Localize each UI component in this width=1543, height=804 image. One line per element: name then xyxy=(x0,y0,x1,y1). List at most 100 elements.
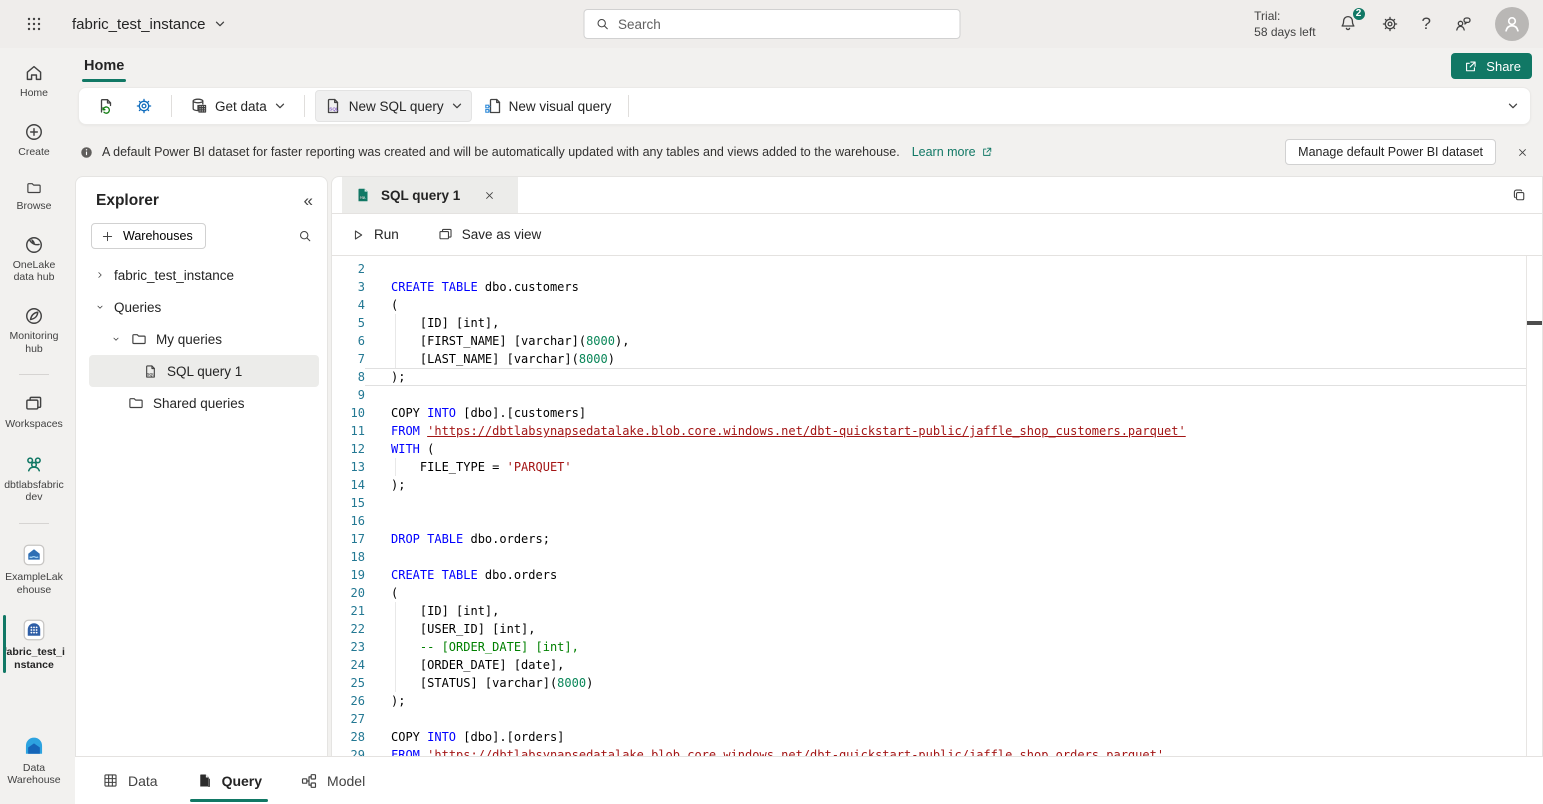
rail-item-monitoring-hub[interactable]: Monitoring hub xyxy=(1,301,67,359)
copy-icon[interactable] xyxy=(1511,187,1528,204)
code-line[interactable]: 7 [LAST_NAME] [varchar](8000) xyxy=(332,350,1542,368)
rail-item-home[interactable]: Home xyxy=(1,58,67,104)
notification-badge: 2 xyxy=(1351,6,1367,22)
tree-item-queries[interactable]: Queries xyxy=(76,291,327,323)
line-content: [USER_ID] [int], xyxy=(365,620,1527,638)
code-line[interactable]: 17DROP TABLE dbo.orders; xyxy=(332,530,1542,548)
plus-icon xyxy=(100,229,115,244)
line-number: 17 xyxy=(332,530,365,548)
editor-overview-ruler[interactable] xyxy=(1526,256,1527,756)
line-content: [STATUS] [varchar](8000) xyxy=(365,674,1527,692)
notifications-button[interactable]: 2 xyxy=(1338,13,1358,36)
line-number: 21 xyxy=(332,602,365,620)
line-content: WITH ( xyxy=(365,440,1527,458)
tree-item-sql-query-1[interactable]: SQL SQL query 1 xyxy=(89,355,319,387)
code-line[interactable]: 27 xyxy=(332,710,1542,728)
rail-item-fabric-test-instance[interactable]: fabric_test_instance xyxy=(1,613,67,675)
workspace-switcher[interactable]: fabric_test_instance xyxy=(72,16,227,33)
feedback-icon[interactable] xyxy=(1453,14,1473,34)
rail-item-data-warehouse[interactable]: Data Warehouse xyxy=(1,729,67,791)
line-content xyxy=(365,494,1527,512)
line-number: 29 xyxy=(332,746,365,756)
code-line[interactable]: 9 xyxy=(332,386,1542,404)
code-line[interactable]: 5 [ID] [int], xyxy=(332,314,1542,332)
tab-data[interactable]: Data xyxy=(100,766,160,795)
get-data-button[interactable]: Get data xyxy=(182,91,294,121)
tab-sql-query-1[interactable]: SQL SQL query 1 xyxy=(342,177,518,213)
code-line[interactable]: 8); xyxy=(332,368,1542,386)
code-line[interactable]: 28COPY INTO [dbo].[orders] xyxy=(332,728,1542,746)
line-number: 16 xyxy=(332,512,365,530)
rail-item-browse[interactable]: Browse xyxy=(1,175,67,217)
rail-item-onelake-data-hub[interactable]: OneLake data hub xyxy=(1,230,67,288)
banner-close-icon[interactable] xyxy=(1516,146,1529,159)
tab-model[interactable]: Model xyxy=(298,766,367,796)
rail-item-dbtlabsfabricdev[interactable]: dbtlabsfabricdev xyxy=(1,448,67,508)
code-line[interactable]: 24 [ORDER_DATE] [date], xyxy=(332,656,1542,674)
code-editor[interactable]: 23CREATE TABLE dbo.customers4(5 [ID] [in… xyxy=(332,256,1542,756)
share-button[interactable]: Share xyxy=(1451,53,1532,79)
code-line[interactable]: 14); xyxy=(332,476,1542,494)
explorer-title: Explorer xyxy=(96,192,159,210)
top-bar: fabric_test_instance Search Trial: 58 da… xyxy=(0,0,1543,48)
warehouse-settings-button[interactable] xyxy=(127,91,161,121)
rail-item-examplelakehouse[interactable]: ExampleLakehouse xyxy=(1,538,67,600)
tree-item-fabric-test-instance[interactable]: fabric_test_instance xyxy=(76,259,327,291)
tree-item-shared-queries[interactable]: Shared queries xyxy=(76,387,327,419)
query-doc-icon xyxy=(196,772,213,789)
code-line[interactable]: 26); xyxy=(332,692,1542,710)
search-placeholder: Search xyxy=(618,17,661,32)
ribbon-collapse-icon[interactable] xyxy=(1506,99,1520,113)
line-number: 8 xyxy=(332,368,365,386)
code-line[interactable]: 13 FILE_TYPE = 'PARQUET' xyxy=(332,458,1542,476)
chevron-down-icon xyxy=(273,99,287,113)
rail-item-label: Workspaces xyxy=(5,418,63,431)
search-input[interactable]: Search xyxy=(583,9,960,39)
new-sql-query-button[interactable]: SQL New SQL query xyxy=(315,90,472,122)
explorer-search-icon[interactable] xyxy=(297,228,313,244)
code-line[interactable]: 2 xyxy=(332,260,1542,278)
code-line[interactable]: 3CREATE TABLE dbo.customers xyxy=(332,278,1542,296)
tab-query[interactable]: Query xyxy=(194,766,264,795)
tab-home[interactable]: Home xyxy=(82,54,126,78)
avatar[interactable] xyxy=(1495,7,1529,41)
code-line[interactable]: 21 [ID] [int], xyxy=(332,602,1542,620)
help-icon[interactable]: ? xyxy=(1422,14,1431,34)
code-line[interactable]: 23 -- [ORDER_DATE] [int], xyxy=(332,638,1542,656)
tab-close-icon[interactable] xyxy=(483,189,496,202)
folder-icon xyxy=(25,179,43,197)
code-line[interactable]: 16 xyxy=(332,512,1542,530)
line-content xyxy=(365,260,1527,278)
code-line[interactable]: 18 xyxy=(332,548,1542,566)
svg-text:SQL: SQL xyxy=(360,196,366,200)
code-line[interactable]: 20( xyxy=(332,584,1542,602)
manage-dataset-button[interactable]: Manage default Power BI dataset xyxy=(1285,139,1496,165)
run-button[interactable]: Run xyxy=(344,222,405,248)
workspaces-icon xyxy=(23,393,45,415)
code-line[interactable]: 10COPY INTO [dbo].[customers] xyxy=(332,404,1542,422)
settings-gear-icon[interactable] xyxy=(1380,14,1400,34)
code-line[interactable]: 15 xyxy=(332,494,1542,512)
rail-item-create[interactable]: Create xyxy=(1,117,67,163)
refresh-script-button[interactable] xyxy=(89,91,123,121)
rail-divider xyxy=(19,374,49,375)
code-line[interactable]: 29FROM 'https://dbtlabsynapsedatalake.bl… xyxy=(332,746,1542,756)
learn-more-link[interactable]: Learn more xyxy=(912,145,994,159)
code-line[interactable]: 12WITH ( xyxy=(332,440,1542,458)
code-line[interactable]: 11FROM 'https://dbtlabsynapsedatalake.bl… xyxy=(332,422,1542,440)
add-warehouses-button[interactable]: Warehouses xyxy=(91,223,206,249)
code-line[interactable]: 6 [FIRST_NAME] [varchar](8000), xyxy=(332,332,1542,350)
waffle-menu-icon[interactable] xyxy=(24,14,44,34)
line-number: 19 xyxy=(332,566,365,584)
code-line[interactable]: 4( xyxy=(332,296,1542,314)
new-visual-query-button[interactable]: New visual query xyxy=(476,91,619,121)
tree-item-my-queries[interactable]: My queries xyxy=(76,323,327,355)
line-number: 24 xyxy=(332,656,365,674)
save-as-view-button[interactable]: Save as view xyxy=(431,221,548,248)
code-line[interactable]: 25 [STATUS] [varchar](8000) xyxy=(332,674,1542,692)
code-line[interactable]: 22 [USER_ID] [int], xyxy=(332,620,1542,638)
code-line[interactable]: 19CREATE TABLE dbo.orders xyxy=(332,566,1542,584)
rail-item-label: ExampleLakehouse xyxy=(3,571,65,596)
rail-item-workspaces[interactable]: Workspaces xyxy=(1,389,67,435)
collapse-panel-icon[interactable]: « xyxy=(304,191,313,211)
